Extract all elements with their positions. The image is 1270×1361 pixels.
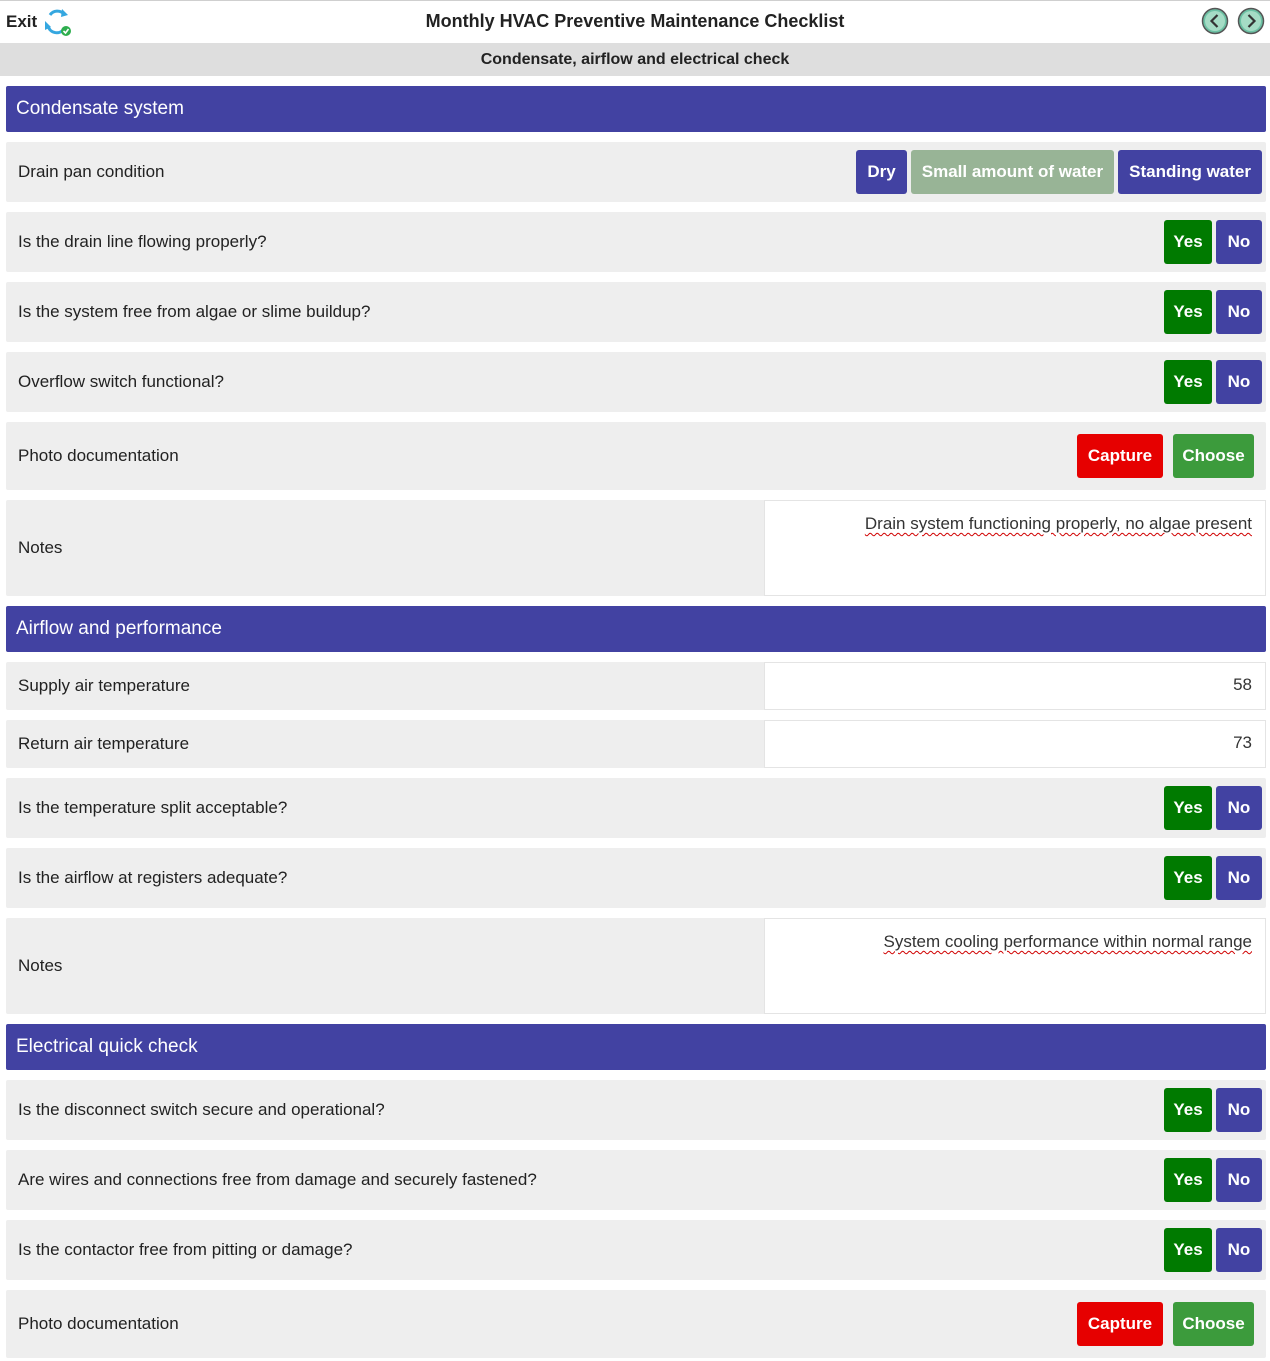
yes-button[interactable]: Yes (1164, 1088, 1212, 1132)
question-label: Is the drain line flowing properly? (18, 232, 267, 251)
yes-button[interactable]: Yes (1164, 856, 1212, 900)
question-label: Is the system free from algae or slime b… (18, 302, 371, 321)
yes-button[interactable]: Yes (1164, 220, 1212, 264)
question-label: Is the temperature split acceptable? (18, 798, 288, 817)
choose-button[interactable]: Choose (1173, 434, 1254, 478)
notes-value: System cooling performance within normal… (883, 932, 1252, 951)
question-label: Are wires and connections free from dama… (18, 1170, 537, 1189)
question-label: Is the airflow at registers adequate? (18, 868, 288, 887)
question-row: Overflow switch functional? Yes No (6, 352, 1266, 412)
notes-label: Notes (18, 538, 63, 557)
drain-pan-row: Drain pan condition Dry Small amount of … (6, 142, 1266, 202)
notes-row: Notes Drain system functioning properly,… (6, 500, 1266, 596)
question-row: Is the disconnect switch secure and oper… (6, 1080, 1266, 1140)
capture-button[interactable]: Capture (1077, 1302, 1163, 1346)
question-row: Is the drain line flowing properly? Yes … (6, 212, 1266, 272)
checklist-content: Condensate system Drain pan condition Dr… (0, 76, 1270, 1358)
page-title: Monthly HVAC Preventive Maintenance Chec… (425, 11, 845, 31)
question-label: Is the contactor free from pitting or da… (18, 1240, 353, 1259)
no-button[interactable]: No (1216, 786, 1262, 830)
option-dry-button[interactable]: Dry (856, 150, 907, 194)
supply-temp-row: Supply air temperature 58 (6, 662, 1266, 710)
question-row: Is the contactor free from pitting or da… (6, 1220, 1266, 1280)
notes-value: Drain system functioning properly, no al… (864, 514, 1252, 533)
supply-temp-input[interactable]: 58 (764, 662, 1266, 710)
notes-label: Notes (18, 956, 63, 975)
notes-input[interactable]: Drain system functioning properly, no al… (764, 500, 1266, 596)
section-header-airflow: Airflow and performance (6, 606, 1266, 652)
notes-input[interactable]: System cooling performance within normal… (764, 918, 1266, 1014)
return-temp-input[interactable]: 73 (764, 720, 1266, 768)
option-small-water-button[interactable]: Small amount of water (910, 150, 1115, 194)
choose-button[interactable]: Choose (1173, 1302, 1254, 1346)
photo-label: Photo documentation (18, 1314, 179, 1333)
supply-temp-label: Supply air temperature (18, 676, 190, 695)
yes-button[interactable]: Yes (1164, 786, 1212, 830)
yes-button[interactable]: Yes (1164, 360, 1212, 404)
section-header-electrical: Electrical quick check (6, 1024, 1266, 1070)
capture-button[interactable]: Capture (1077, 434, 1163, 478)
drain-pan-label: Drain pan condition (18, 162, 165, 181)
top-bar: Exit Monthly HVAC Preventive Maintenance… (0, 0, 1270, 43)
return-temp-row: Return air temperature 73 (6, 720, 1266, 768)
question-row: Is the temperature split acceptable? Yes… (6, 778, 1266, 838)
yes-button[interactable]: Yes (1164, 1228, 1212, 1272)
chevron-right-icon[interactable] (1237, 7, 1265, 35)
chevron-left-icon[interactable] (1201, 7, 1229, 35)
no-button[interactable]: No (1216, 220, 1262, 264)
no-button[interactable]: No (1216, 1088, 1262, 1132)
no-button[interactable]: No (1216, 290, 1262, 334)
option-standing-water-button[interactable]: Standing water (1118, 150, 1262, 194)
question-label: Overflow switch functional? (18, 372, 224, 391)
yes-button[interactable]: Yes (1164, 290, 1212, 334)
no-button[interactable]: No (1216, 360, 1262, 404)
no-button[interactable]: No (1216, 856, 1262, 900)
section-header-condensate: Condensate system (6, 86, 1266, 132)
question-row: Is the airflow at registers adequate? Ye… (6, 848, 1266, 908)
photo-row: Photo documentation Capture Choose (6, 1290, 1266, 1358)
no-button[interactable]: No (1216, 1228, 1262, 1272)
page-subtitle: Condensate, airflow and electrical check (0, 43, 1270, 76)
notes-row: Notes System cooling performance within … (6, 918, 1266, 1014)
question-label: Is the disconnect switch secure and oper… (18, 1100, 385, 1119)
no-button[interactable]: No (1216, 1158, 1262, 1202)
question-row: Are wires and connections free from dama… (6, 1150, 1266, 1210)
question-row: Is the system free from algae or slime b… (6, 282, 1266, 342)
yes-button[interactable]: Yes (1164, 1158, 1212, 1202)
return-temp-label: Return air temperature (18, 734, 190, 753)
photo-row: Photo documentation Capture Choose (6, 422, 1266, 490)
photo-label: Photo documentation (18, 446, 179, 465)
